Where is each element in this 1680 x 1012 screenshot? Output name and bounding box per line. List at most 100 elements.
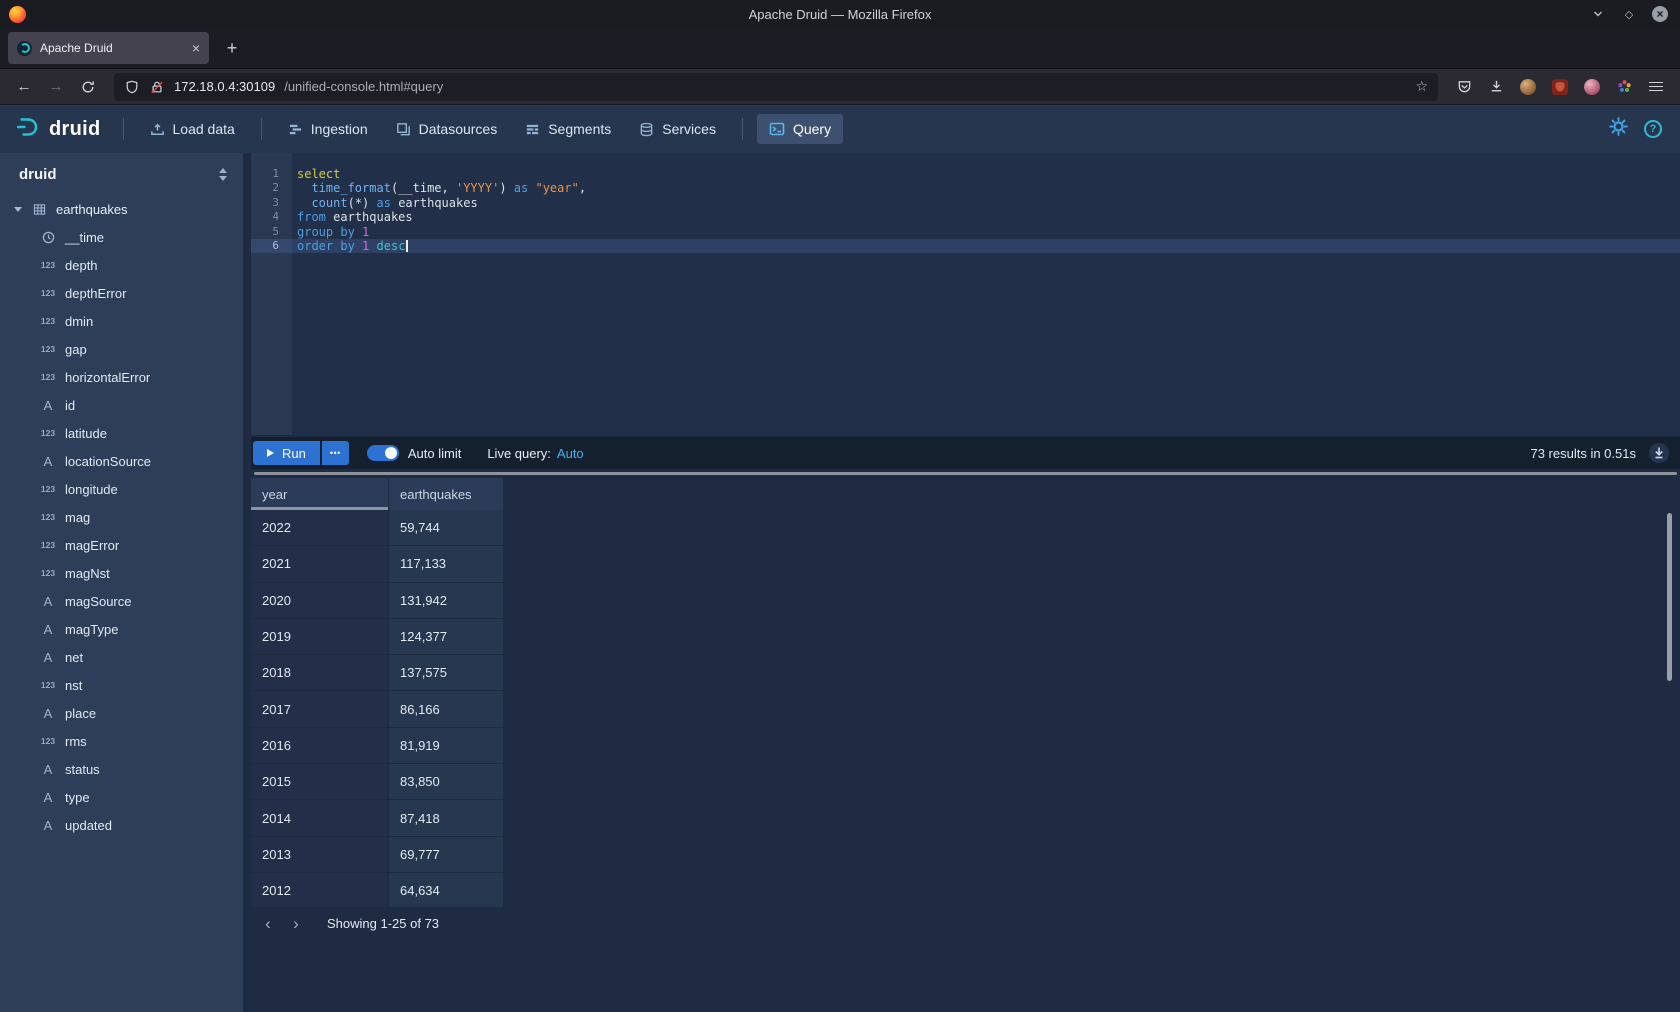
sidebar-column-rms[interactable]: rms <box>0 727 243 755</box>
sql-token <box>355 239 362 253</box>
brand-text: druid <box>49 118 101 141</box>
double-caret-sort-icon[interactable] <box>219 168 227 181</box>
table-vertical-scrollbar[interactable] <box>1667 513 1672 681</box>
nav-item-load-data[interactable]: Load data <box>138 114 247 144</box>
account-avatar-icon[interactable] <box>1514 73 1542 101</box>
window-shade-icon[interactable] <box>1590 6 1606 22</box>
schema-sidebar: druid earthquakes __timedepthdepthErrord… <box>0 153 243 1012</box>
profile-avatar-icon[interactable] <box>1578 73 1606 101</box>
bookmark-star-icon[interactable] <box>1415 78 1428 95</box>
tab-close-icon[interactable] <box>192 40 200 56</box>
back-button[interactable] <box>10 73 38 101</box>
column-name: depth <box>65 258 98 273</box>
sidebar-column-id[interactable]: id <box>0 391 243 419</box>
auto-limit-toggle[interactable]: Auto limit <box>367 445 461 461</box>
url-bar[interactable]: 172.18.0.4:30109/unified-console.html#qu… <box>114 73 1438 101</box>
tracking-shield-icon[interactable] <box>124 73 140 101</box>
cell-earthquakes[interactable]: 69,777 <box>389 837 504 873</box>
cell-year[interactable]: 2020 <box>251 583 389 619</box>
column-name: place <box>65 706 96 721</box>
next-page-button[interactable] <box>283 911 309 937</box>
sidebar-column-longitude[interactable]: longitude <box>0 475 243 503</box>
cell-year[interactable]: 2018 <box>251 655 389 691</box>
sidebar-column-depth[interactable]: depth <box>0 251 243 279</box>
pagination-status: Showing 1-25 of 73 <box>327 916 439 931</box>
downloads-icon[interactable] <box>1482 73 1510 101</box>
sidebar-column-magNst[interactable]: magNst <box>0 559 243 587</box>
sidebar-column-mag[interactable]: mag <box>0 503 243 531</box>
editor-code[interactable]: select time_format(__time, 'YYYY') as "y… <box>292 153 1680 435</box>
reload-button[interactable] <box>74 73 102 101</box>
cell-year[interactable]: 2015 <box>251 764 389 800</box>
cell-earthquakes[interactable]: 87,418 <box>389 800 504 836</box>
druid-brand[interactable]: druid <box>14 115 109 144</box>
cell-year[interactable]: 2017 <box>251 691 389 727</box>
browser-tab[interactable]: Apache Druid <box>8 32 209 64</box>
column-header-earthquakes[interactable]: earthquakes <box>389 478 504 510</box>
sidebar-column-__time[interactable]: __time <box>0 223 243 251</box>
query-editor[interactable]: 123456 select time_format(__time, 'YYYY'… <box>251 153 1680 435</box>
cell-year[interactable]: 2013 <box>251 837 389 873</box>
nav-item-services[interactable]: Services <box>627 114 728 144</box>
datasource-earthquakes[interactable]: earthquakes <box>0 195 243 223</box>
window-close-button[interactable] <box>1652 6 1668 22</box>
cell-year[interactable]: 2016 <box>251 728 389 764</box>
download-results-button[interactable] <box>1648 442 1670 464</box>
menu-icon[interactable] <box>1642 73 1670 101</box>
cell-earthquakes[interactable]: 131,942 <box>389 583 504 619</box>
ublock-extension-icon[interactable] <box>1546 73 1574 101</box>
cell-earthquakes[interactable]: 86,166 <box>389 691 504 727</box>
horizontal-scrollbar[interactable] <box>251 469 1680 478</box>
cell-earthquakes[interactable]: 81,919 <box>389 728 504 764</box>
sidebar-column-status[interactable]: status <box>0 755 243 783</box>
sidebar-column-dmin[interactable]: dmin <box>0 307 243 335</box>
settings-gear-icon[interactable] <box>1609 117 1628 141</box>
column-header-year[interactable]: year <box>251 478 389 510</box>
cell-year[interactable]: 2014 <box>251 800 389 836</box>
hscroll-thumb[interactable] <box>254 472 1677 475</box>
run-more-button[interactable]: ••• <box>322 441 349 465</box>
help-icon[interactable] <box>1644 120 1662 138</box>
nav-item-query[interactable]: Query <box>757 114 843 144</box>
sidebar-column-horizontalError[interactable]: horizontalError <box>0 363 243 391</box>
toggle-switch[interactable] <box>367 445 399 461</box>
window-maximize-button[interactable] <box>1621 6 1637 22</box>
live-query-value[interactable]: Auto <box>557 446 584 461</box>
sidebar-column-locationSource[interactable]: locationSource <box>0 447 243 475</box>
insecure-lock-icon[interactable] <box>149 73 165 101</box>
pocket-icon[interactable] <box>1450 73 1478 101</box>
nav-item-ingestion[interactable]: Ingestion <box>276 114 380 144</box>
nav-item-datasources[interactable]: Datasources <box>384 114 510 144</box>
sidebar-column-net[interactable]: net <box>0 643 243 671</box>
cell-year[interactable]: 2021 <box>251 546 389 582</box>
cell-earthquakes[interactable]: 64,634 <box>389 873 504 907</box>
extension-pinwheel-icon[interactable] <box>1610 73 1638 101</box>
sidebar-column-magSource[interactable]: magSource <box>0 587 243 615</box>
sidebar-column-gap[interactable]: gap <box>0 335 243 363</box>
cell-earthquakes[interactable]: 59,744 <box>389 510 504 546</box>
sidebar-column-place[interactable]: place <box>0 699 243 727</box>
sidebar-column-updated[interactable]: updated <box>0 811 243 839</box>
forward-button[interactable] <box>42 73 70 101</box>
run-button[interactable]: Run <box>253 441 320 465</box>
cell-earthquakes[interactable]: 124,377 <box>389 619 504 655</box>
sidebar-column-magType[interactable]: magType <box>0 615 243 643</box>
sidebar-column-magError[interactable]: magError <box>0 531 243 559</box>
nav-item-segments[interactable]: Segments <box>513 114 623 144</box>
table-row: 202259,744 <box>251 510 1680 546</box>
sidebar-column-type[interactable]: type <box>0 783 243 811</box>
cell-earthquakes[interactable]: 137,575 <box>389 655 504 691</box>
new-tab-button[interactable] <box>219 38 245 59</box>
previous-page-button[interactable] <box>255 911 281 937</box>
sql-token: by <box>340 239 354 253</box>
editor-gutter: 123456 <box>251 153 292 435</box>
sidebar-column-latitude[interactable]: latitude <box>0 419 243 447</box>
cell-year[interactable]: 2012 <box>251 873 389 907</box>
datasource-name: earthquakes <box>56 202 128 217</box>
cell-year[interactable]: 2022 <box>251 510 389 546</box>
sidebar-column-nst[interactable]: nst <box>0 671 243 699</box>
sidebar-column-depthError[interactable]: depthError <box>0 279 243 307</box>
cell-earthquakes[interactable]: 83,850 <box>389 764 504 800</box>
cell-earthquakes[interactable]: 117,133 <box>389 546 504 582</box>
cell-year[interactable]: 2019 <box>251 619 389 655</box>
